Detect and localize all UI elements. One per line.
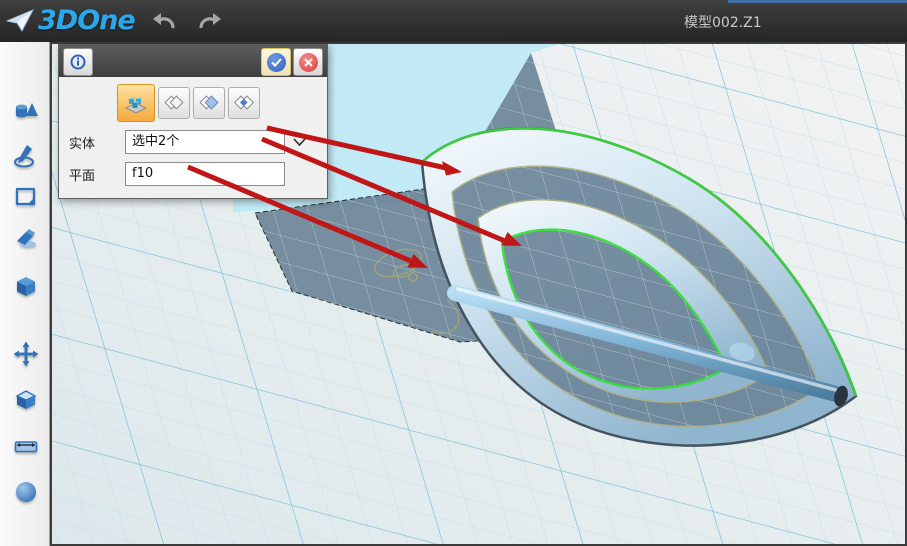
entity-field-row: 实体 选中2个 [69, 130, 327, 154]
redo-icon [196, 10, 222, 32]
material-sphere-icon[interactable] [12, 478, 40, 506]
entity-label: 实体 [69, 133, 125, 152]
dialog-titlebar [59, 45, 327, 77]
mirror-solid-icon [123, 90, 149, 116]
paper-plane-icon [6, 9, 34, 33]
sketch-plane-icon[interactable] [12, 183, 40, 211]
plane-input[interactable] [125, 162, 285, 186]
entity-combobox[interactable]: 选中2个 [125, 130, 285, 154]
sketch-pen-icon[interactable] [12, 142, 40, 170]
mirror-copy-icon [198, 92, 220, 114]
measure-icon[interactable] [12, 431, 40, 459]
trim-icon[interactable] [12, 225, 40, 253]
primitives-icon[interactable] [12, 98, 40, 126]
mode-mirror-diamonds-button[interactable] [158, 87, 190, 119]
mirror-center-icon [233, 92, 255, 114]
info-button[interactable] [63, 48, 93, 76]
document-title: 模型002.Z1 [684, 12, 762, 32]
mode-mirror-solid-button[interactable] [117, 84, 155, 122]
app-logo[interactable]: 3DOne [6, 5, 135, 36]
close-button[interactable] [293, 48, 323, 76]
plane-field-row: 平面 [69, 162, 327, 186]
ok-button[interactable] [261, 48, 291, 76]
move-icon[interactable] [12, 340, 40, 368]
undo-icon [152, 10, 178, 32]
top-bar: 3DOne 模型002.Z1 [0, 0, 907, 42]
redo-button[interactable] [192, 6, 226, 36]
mode-mirror-copy-button[interactable] [193, 87, 225, 119]
undo-button[interactable] [148, 6, 182, 36]
window-accent-strip [728, 0, 907, 3]
app-logo-text: 3DOne [38, 5, 135, 36]
chevron-down-icon[interactable] [293, 138, 306, 147]
mirror-diamonds-icon [163, 92, 185, 114]
close-x-icon [299, 53, 318, 72]
solid-cube-icon[interactable] [12, 273, 40, 301]
mirror-command-dialog: 实体 选中2个 平面 [58, 44, 328, 199]
combine-box-icon[interactable] [12, 385, 40, 413]
ok-check-icon [267, 53, 286, 72]
tool-sidebar [0, 42, 50, 546]
info-icon [70, 54, 86, 70]
mode-mirror-center-button[interactable] [228, 87, 260, 119]
mirror-mode-toolbar [117, 84, 327, 122]
plane-label: 平面 [69, 165, 125, 184]
